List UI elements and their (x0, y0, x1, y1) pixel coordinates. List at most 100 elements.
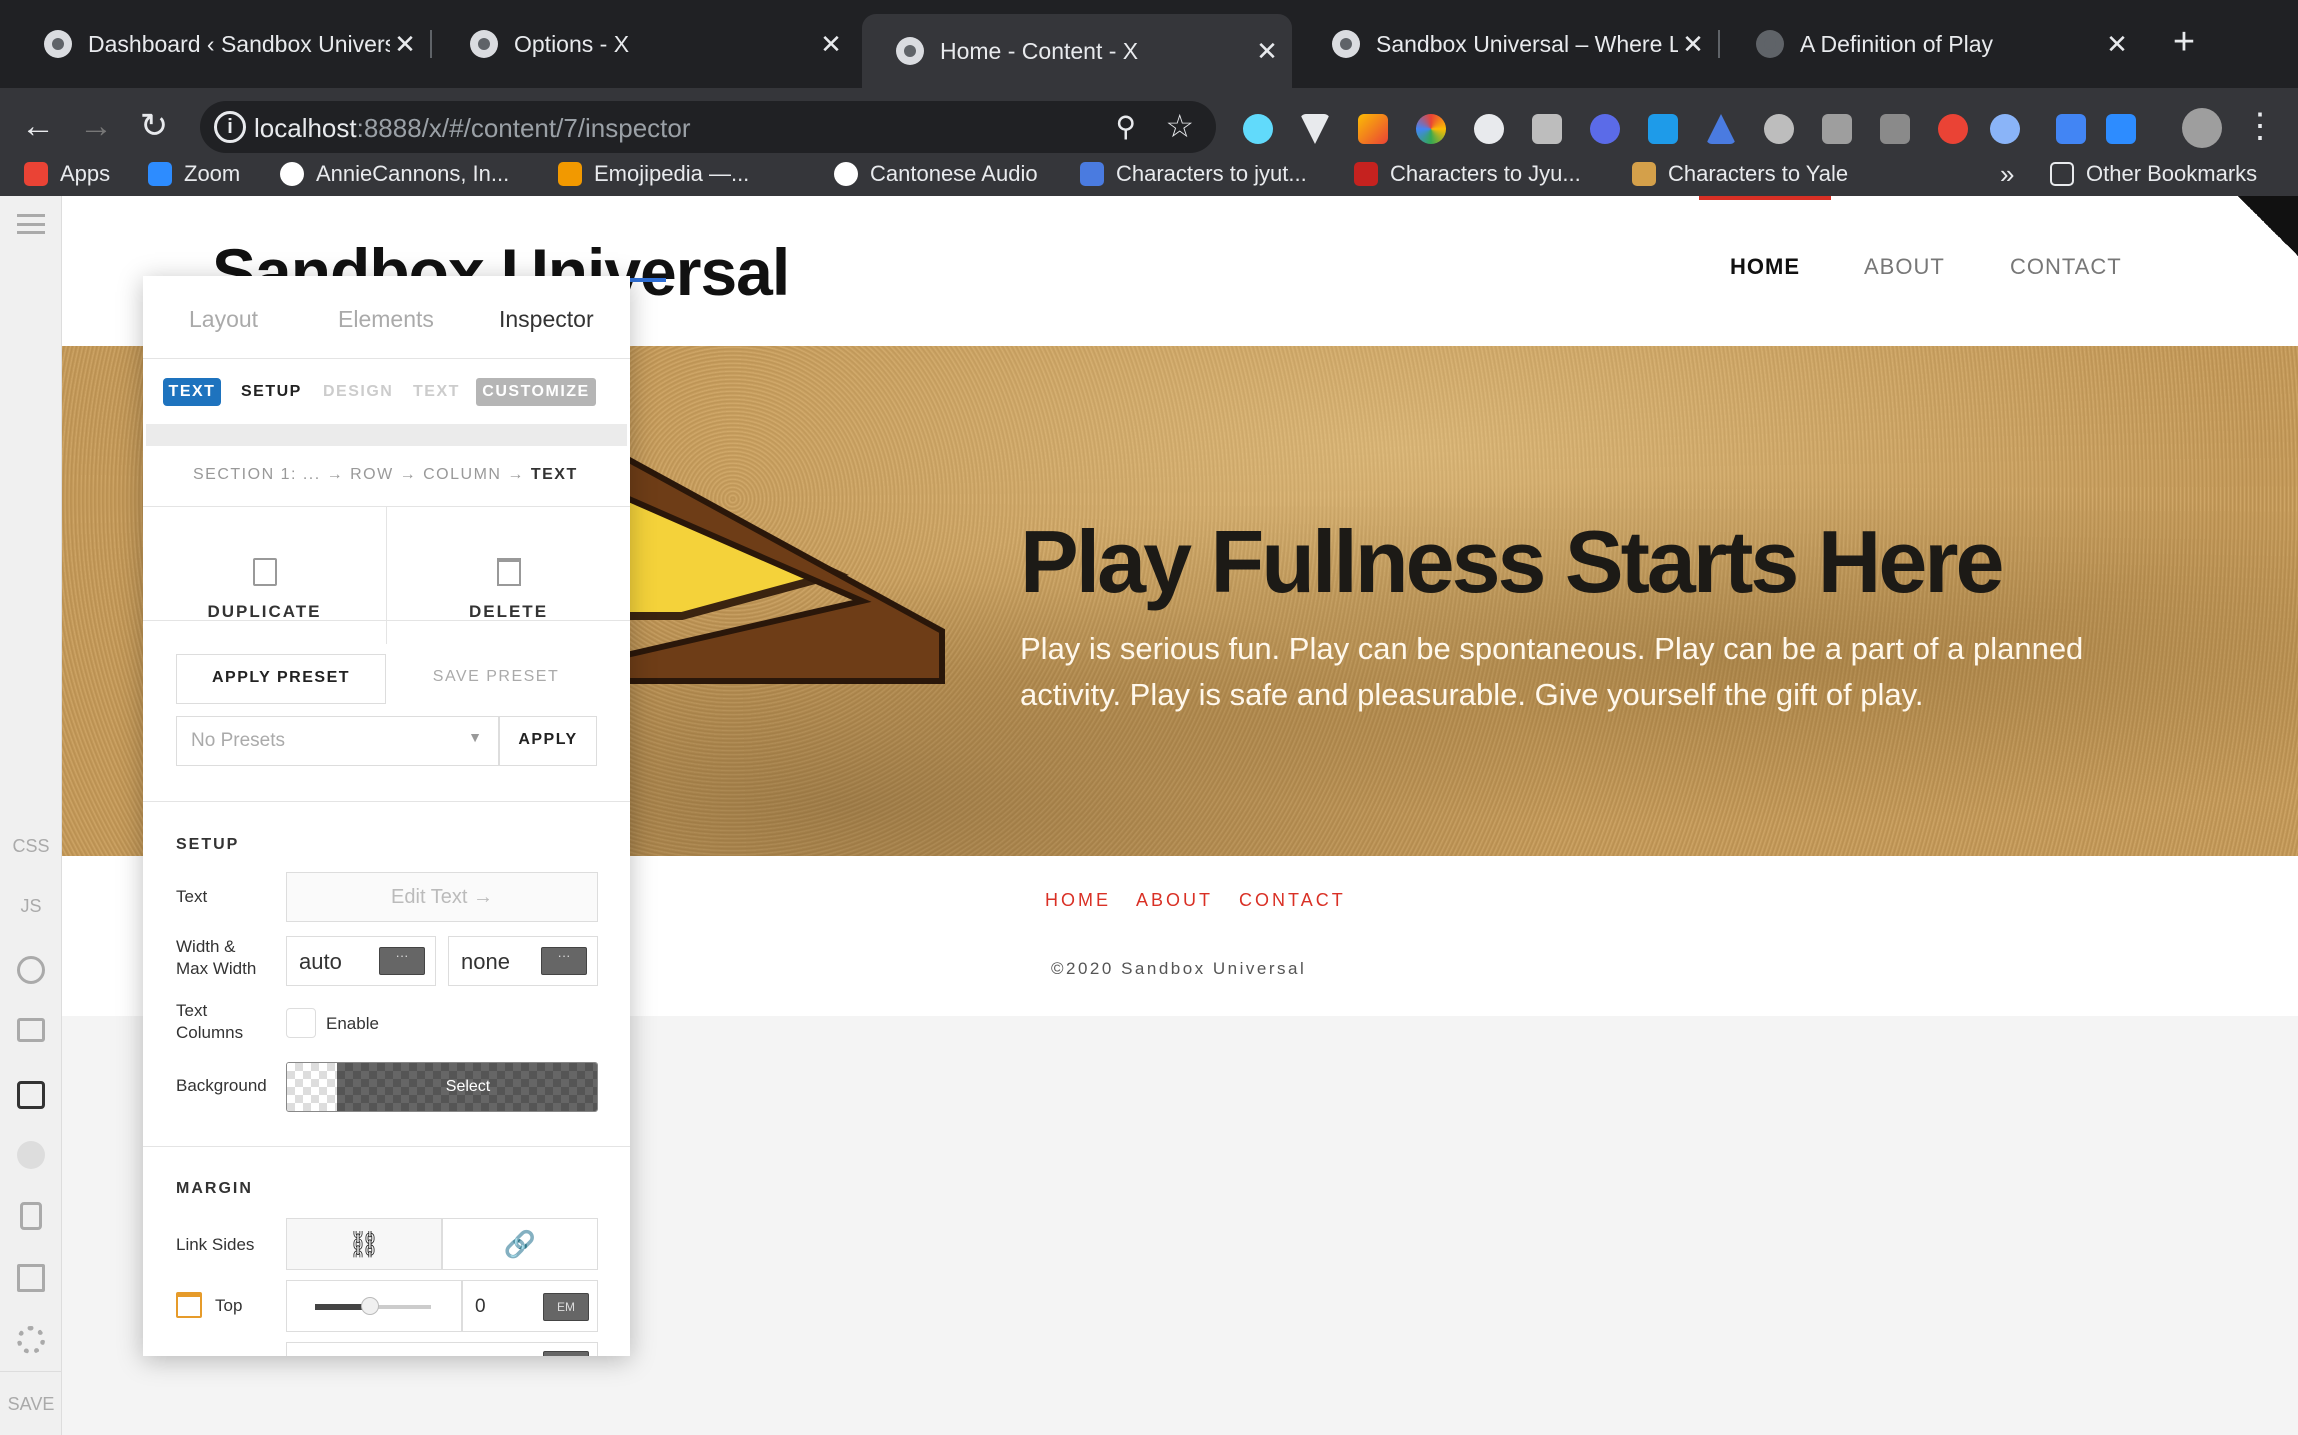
tab-setup[interactable]: SETUP (241, 378, 302, 406)
builder-corner-toggle[interactable] (2238, 196, 2298, 256)
history-icon[interactable] (17, 956, 45, 984)
address-bar[interactable]: i localhost:8888/x/#/content/7/inspector… (200, 101, 1216, 153)
tab-close-icon[interactable]: ✕ (816, 29, 846, 60)
eye-icon[interactable] (1990, 114, 2020, 144)
color-wheel-icon[interactable] (1416, 114, 1446, 144)
apply-button[interactable]: APPLY (499, 716, 597, 766)
apply-preset-tab[interactable]: APPLY PRESET (176, 654, 386, 704)
width-label: Width & Max Width (176, 937, 257, 978)
bookmark-characters-jyut[interactable]: Characters to jyut... (1080, 148, 1307, 200)
tab-close-icon[interactable]: ✕ (2102, 29, 2132, 60)
reload-icon[interactable]: ↻ (134, 106, 174, 146)
extension-icon[interactable] (1648, 114, 1678, 144)
save-button[interactable]: SAVE (0, 1394, 62, 1415)
width-input[interactable]: auto ··· (286, 936, 436, 986)
extension-icon[interactable] (2056, 114, 2086, 144)
breadcrumb-row[interactable]: ROW (350, 466, 394, 483)
edit-text-button[interactable]: Edit Text → (286, 872, 598, 922)
save-preset-tab[interactable]: SAVE PRESET (386, 668, 606, 686)
nav-contact[interactable]: CONTACT (2010, 254, 2122, 280)
hero-title[interactable]: Play Fullness Starts Here (1020, 511, 2004, 613)
css-button[interactable]: CSS (0, 836, 62, 857)
inspector-icon[interactable] (17, 1081, 45, 1109)
extension-icon[interactable] (1880, 114, 1910, 144)
nav-home[interactable]: HOME (1730, 254, 1800, 280)
extension-icon[interactable] (1764, 114, 1794, 144)
vue-devtools-icon[interactable] (1300, 114, 1330, 144)
bookmark-apps[interactable]: Apps (24, 148, 110, 200)
zoom-extension-icon[interactable] (2106, 114, 2136, 144)
breadcrumb-section[interactable]: SECTION 1: ... (193, 466, 321, 483)
margin-top-slider[interactable] (286, 1280, 462, 1332)
bookmark-star-icon[interactable]: ☆ (1165, 107, 1194, 145)
tab-customize[interactable]: CUSTOMIZE (476, 378, 596, 406)
bookmark-anniecannons[interactable]: AnnieCannons, In... (280, 148, 509, 200)
footer-link-home[interactable]: HOME (1045, 890, 1111, 910)
extension-icon[interactable] (1822, 114, 1852, 144)
extension-icon[interactable] (1590, 114, 1620, 144)
layout-icon[interactable] (17, 1018, 45, 1042)
site-info-icon[interactable]: i (214, 111, 246, 143)
bookmark-characters-jyu[interactable]: Characters to Jyu... (1354, 148, 1581, 200)
link-icon: 🔗 (503, 1229, 537, 1259)
tab-text[interactable]: TEXT (413, 378, 460, 406)
breadcrumb: SECTION 1: ... → ROW → COLUMN → TEXT (193, 466, 578, 483)
emojipedia-icon (558, 162, 582, 186)
text-columns-checkbox[interactable] (286, 1008, 316, 1038)
react-devtools-icon[interactable] (1243, 114, 1273, 144)
forward-arrow-icon[interactable]: → (76, 106, 116, 146)
tab-elements[interactable]: Elements (338, 306, 434, 333)
back-arrow-icon[interactable]: ← (18, 106, 58, 146)
width-unit-button[interactable]: ··· (379, 947, 425, 975)
bookmark-cantonese-audio[interactable]: Cantonese Audio (834, 148, 1038, 200)
tab-close-icon[interactable]: ✕ (1678, 29, 1708, 60)
tab-inspector[interactable]: Inspector (499, 306, 594, 333)
tab-close-icon[interactable]: ✕ (1252, 36, 1282, 67)
margin-top-input[interactable]: 0 EM (462, 1280, 598, 1332)
browser-tab[interactable]: Dashboard ‹ Sandbox Universal ✕ (10, 12, 432, 76)
tab-design[interactable]: DESIGN (323, 378, 393, 406)
delete-button[interactable]: DELETE (387, 534, 630, 644)
menu-kebab-icon[interactable]: ⋮ (2240, 106, 2280, 146)
footer-link-contact[interactable]: CONTACT (1239, 890, 1346, 910)
bookmark-zoom[interactable]: Zoom (148, 148, 240, 200)
background-color-picker[interactable]: Select (286, 1062, 598, 1112)
max-width-input[interactable]: none ··· (448, 936, 598, 986)
profile-avatar[interactable] (2182, 108, 2222, 148)
margin-right-row[interactable] (286, 1342, 598, 1356)
breadcrumb-column[interactable]: COLUMN (423, 466, 501, 483)
bookmark-characters-yale[interactable]: Characters to Yale (1632, 148, 1848, 200)
tab-layout[interactable]: Layout (189, 306, 258, 333)
tab-close-icon[interactable]: ✕ (390, 29, 420, 60)
unlink-sides-button[interactable]: ⛓ (286, 1218, 442, 1270)
link-sides-button[interactable]: 🔗 (442, 1218, 598, 1270)
margin-unit-button[interactable]: EM (543, 1293, 589, 1321)
responsive-device-icon[interactable] (20, 1202, 42, 1230)
duplicate-button[interactable]: DUPLICATE (143, 534, 386, 644)
extension-icon[interactable] (1474, 114, 1504, 144)
js-button[interactable]: JS (0, 896, 62, 917)
zoom-icon[interactable]: ⚲ (1115, 110, 1136, 143)
bookmark-emojipedia[interactable]: Emojipedia —... (558, 148, 749, 200)
browser-tab-active[interactable]: Home - Content - X ✕ (862, 14, 1292, 88)
nav-about[interactable]: ABOUT (1864, 254, 1945, 280)
browser-tab[interactable]: A Definition of Play ✕ (1722, 12, 2142, 76)
preset-select[interactable]: No Presets ▼ (176, 716, 499, 766)
slider-handle[interactable] (361, 1297, 379, 1315)
new-tab-button[interactable]: + (2162, 22, 2206, 66)
other-bookmarks-folder[interactable]: Other Bookmarks (2050, 148, 2257, 200)
more-bookmarks-button[interactable]: » (2000, 148, 2014, 200)
browser-tab[interactable]: Options - X ✕ (436, 12, 856, 76)
color-picker-icon[interactable] (1358, 114, 1388, 144)
hero-subtitle[interactable]: Play is serious fun. Play can be spontan… (1020, 626, 2140, 718)
extension-icon[interactable] (1706, 114, 1736, 144)
external-link-icon[interactable] (17, 1264, 45, 1292)
extension-icon[interactable] (1532, 114, 1562, 144)
footer-link-about[interactable]: ABOUT (1136, 890, 1213, 910)
max-width-unit-button[interactable]: ··· (541, 947, 587, 975)
settings-gear-icon[interactable] (17, 1326, 45, 1354)
menu-hamburger-icon[interactable] (17, 214, 45, 234)
browser-tab[interactable]: Sandbox Universal – Where Life ✕ (1298, 12, 1720, 76)
extension-icon[interactable] (1938, 114, 1968, 144)
element-type-badge: TEXT (163, 378, 221, 406)
